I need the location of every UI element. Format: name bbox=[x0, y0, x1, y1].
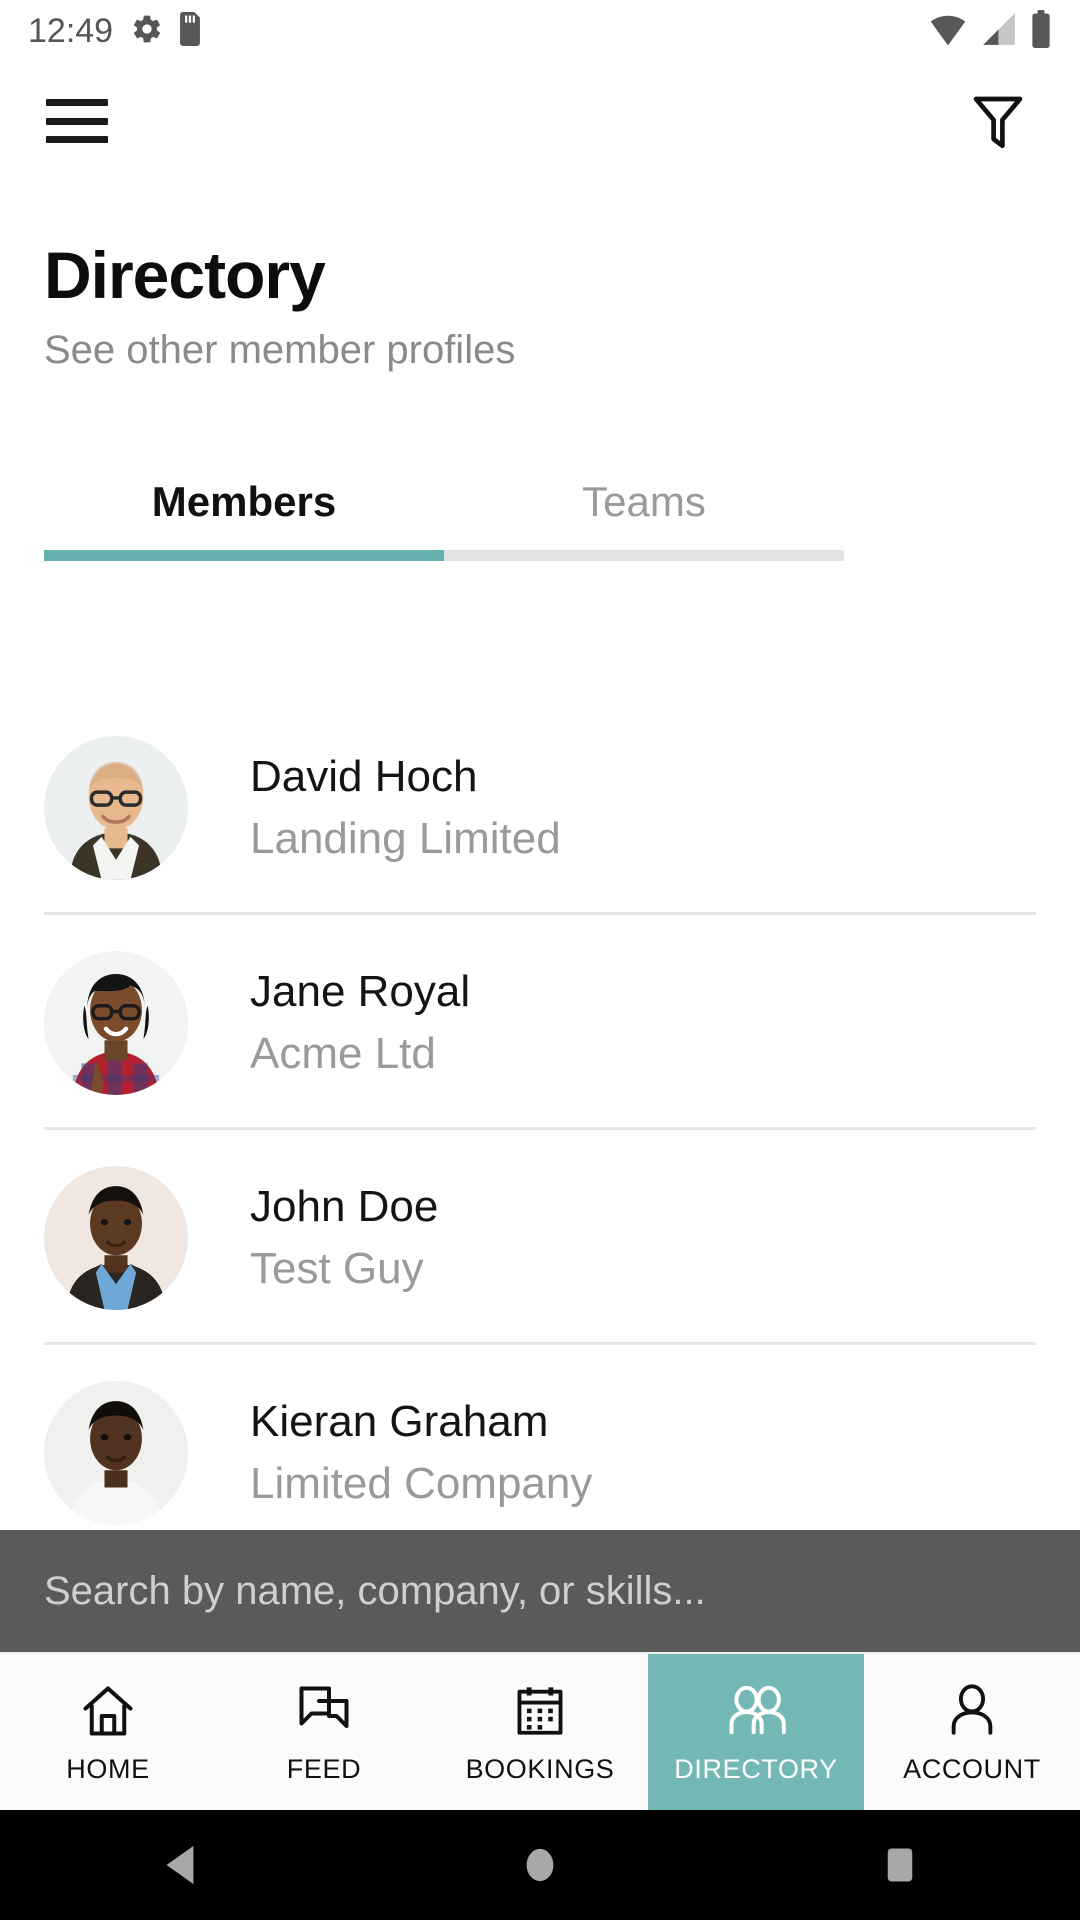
list-item-text: Jane Royal Acme Ltd bbox=[250, 967, 470, 1078]
avatar bbox=[44, 1380, 188, 1525]
list-item[interactable]: Kieran Graham Limited Company bbox=[0, 1345, 1080, 1560]
tab-members-label: Members bbox=[151, 478, 337, 525]
page-title: Directory bbox=[44, 238, 326, 312]
avatar bbox=[44, 735, 188, 880]
gear-icon bbox=[131, 13, 163, 50]
page-subtitle: See other member profiles bbox=[44, 328, 516, 372]
nav-item-account[interactable]: ACCOUNT bbox=[864, 1654, 1080, 1810]
nav-item-feed[interactable]: FEED bbox=[216, 1654, 432, 1810]
list-item-text: David Hoch Landing Limited bbox=[250, 752, 561, 863]
home-circle-icon[interactable] bbox=[465, 1810, 615, 1920]
list-item-text: John Doe Test Guy bbox=[250, 1182, 438, 1293]
cellular-signal-icon bbox=[980, 11, 1018, 52]
tab-inactive-indicator bbox=[444, 550, 844, 561]
tab-teams[interactable]: Teams bbox=[444, 462, 844, 550]
nav-item-account-label: ACCOUNT bbox=[903, 1753, 1041, 1784]
nav-item-home[interactable]: HOME bbox=[0, 1654, 216, 1810]
filter-funnel-icon[interactable] bbox=[962, 85, 1034, 157]
sd-card-icon bbox=[177, 11, 203, 51]
tab-members[interactable]: Members bbox=[44, 462, 444, 550]
tab-indicator-track bbox=[44, 550, 844, 561]
nav-item-bookings[interactable]: BOOKINGS bbox=[432, 1654, 648, 1810]
member-company: Landing Limited bbox=[250, 813, 561, 863]
nav-item-directory-label: DIRECTORY bbox=[674, 1753, 838, 1784]
calendar-icon bbox=[511, 1680, 569, 1742]
recents-square-icon[interactable] bbox=[825, 1810, 975, 1920]
back-triangle-icon[interactable] bbox=[105, 1810, 255, 1920]
app-bar bbox=[0, 62, 1080, 180]
tab-row: Members Teams bbox=[44, 462, 844, 550]
member-name: John Doe bbox=[250, 1182, 439, 1232]
search-bar[interactable]: Search by name, company, or skills... bbox=[0, 1530, 1080, 1652]
member-name: David Hoch bbox=[250, 752, 478, 802]
member-name: Kieran Graham bbox=[250, 1397, 549, 1447]
avatar bbox=[44, 1165, 188, 1310]
avatar bbox=[44, 950, 188, 1095]
member-list: David Hoch Landing Limited Jane Royal Ac… bbox=[0, 700, 1080, 1560]
app-screen: 12:49 Directory See other member profile… bbox=[0, 0, 1080, 1920]
list-item-text: Kieran Graham Limited Company bbox=[250, 1397, 592, 1508]
page-heading: Directory See other member profiles bbox=[44, 242, 944, 370]
list-item[interactable]: David Hoch Landing Limited bbox=[0, 700, 1080, 915]
member-company: Acme Ltd bbox=[250, 1028, 436, 1078]
people-icon bbox=[723, 1680, 789, 1742]
list-item[interactable]: Jane Royal Acme Ltd bbox=[0, 915, 1080, 1130]
android-navigation-bar bbox=[0, 1810, 1080, 1920]
member-company: Test Guy bbox=[250, 1243, 424, 1293]
tab-active-indicator bbox=[44, 550, 444, 561]
tab-teams-label: Teams bbox=[582, 478, 706, 525]
list-item[interactable]: John Doe Test Guy bbox=[0, 1130, 1080, 1345]
member-company: Limited Company bbox=[250, 1458, 593, 1508]
home-icon bbox=[77, 1680, 139, 1742]
status-bar-left-icons bbox=[131, 11, 203, 51]
chat-bubbles-icon bbox=[293, 1680, 355, 1742]
status-bar-right-icons bbox=[928, 9, 1052, 53]
wifi-icon bbox=[928, 11, 968, 52]
nav-item-feed-label: FEED bbox=[286, 1753, 362, 1784]
search-input[interactable]: Search by name, company, or skills... bbox=[44, 1569, 706, 1614]
nav-item-directory[interactable]: DIRECTORY bbox=[648, 1654, 864, 1810]
status-bar-clock: 12:49 bbox=[28, 11, 114, 50]
bottom-navigation: HOME FEED BOOKINGS DIRECTORY ACCOUNT bbox=[0, 1652, 1080, 1810]
hamburger-menu-icon[interactable] bbox=[46, 99, 108, 143]
nav-item-bookings-label: BOOKINGS bbox=[465, 1753, 615, 1784]
person-icon bbox=[943, 1680, 1001, 1742]
battery-icon bbox=[1030, 9, 1052, 53]
directory-tabs: Members Teams bbox=[44, 462, 844, 561]
member-name: Jane Royal bbox=[250, 967, 471, 1017]
nav-item-home-label: HOME bbox=[66, 1753, 150, 1784]
status-bar: 12:49 bbox=[0, 0, 1080, 62]
